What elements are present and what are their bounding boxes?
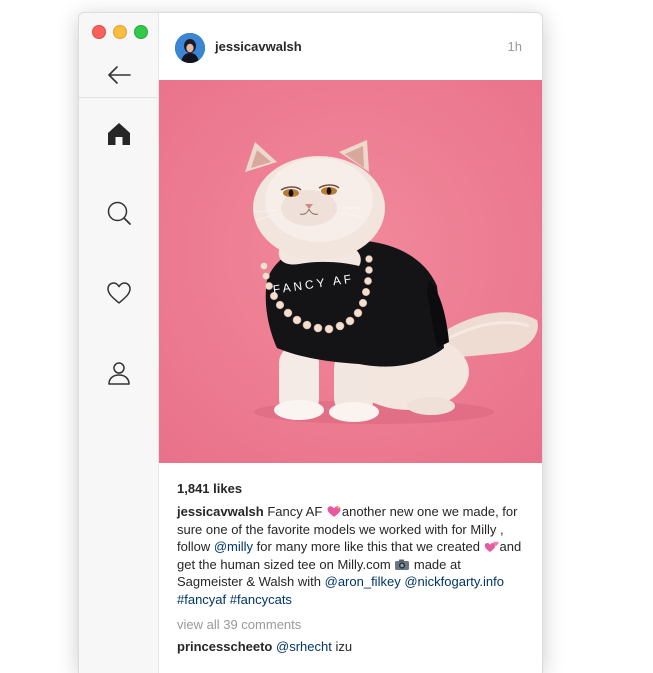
view-all-comments-link[interactable]: view all 39 comments — [177, 617, 524, 632]
zoom-window-button[interactable] — [134, 25, 148, 39]
comment-username[interactable]: princesscheeto — [177, 639, 272, 654]
window-controls — [92, 25, 148, 39]
caption-text-1: Fancy AF — [263, 504, 326, 519]
mention-aron-filkey-link[interactable]: @aron_filkey — [325, 574, 401, 589]
comment-item: princesscheeto @srhecht izu — [177, 639, 524, 654]
nav-activity-button[interactable] — [105, 279, 133, 307]
post-header: jessicavwalsh 1h — [159, 13, 542, 81]
two-hearts-emoji-icon — [484, 541, 499, 552]
back-button[interactable] — [105, 61, 133, 89]
avatar-image — [175, 33, 205, 63]
caption-text-3: for many more like this that we created — [253, 539, 484, 554]
mention-milly-link[interactable]: @milly — [214, 539, 253, 554]
likes-count[interactable]: 1,841 likes — [177, 481, 524, 497]
post-footer: 1,841 likes jessicavwalsh Fancy AF anoth… — [159, 463, 542, 654]
post-username[interactable]: jessicavwalsh — [215, 39, 302, 54]
hashtag-fancyaf-link[interactable]: #fancyaf — [177, 592, 226, 607]
camera-emoji-icon — [395, 559, 410, 570]
sparkling-heart-emoji-icon — [327, 505, 341, 517]
search-icon — [107, 201, 131, 225]
nav-search-button[interactable] — [105, 199, 133, 227]
home-icon — [108, 123, 130, 145]
post-time: 1h — [507, 39, 522, 54]
person-icon — [108, 362, 130, 385]
mention-nickfogarty-link[interactable]: @nickfogarty.info — [404, 574, 504, 589]
post-photo[interactable]: FANCY AF — [159, 80, 542, 463]
caption: jessicavwalsh Fancy AF another new one w… — [177, 503, 524, 608]
sidebar — [79, 13, 159, 673]
caption-username[interactable]: jessicavwalsh — [177, 504, 264, 519]
app-window: jessicavwalsh 1h FANCY AF 1,841 likes je… — [78, 12, 543, 673]
hashtag-fancycats-link[interactable]: #fancycats — [230, 592, 292, 607]
close-window-button[interactable] — [92, 25, 106, 39]
arrow-left-icon — [108, 66, 131, 84]
nav-profile-button[interactable] — [105, 359, 133, 387]
minimize-window-button[interactable] — [113, 25, 127, 39]
cat-photo: FANCY AF — [159, 80, 542, 463]
back-row — [79, 51, 158, 98]
avatar[interactable] — [175, 33, 205, 63]
comment-text: izu — [331, 639, 353, 654]
nav-home-button[interactable] — [105, 120, 133, 148]
heart-icon — [107, 282, 131, 304]
comment-mention-link[interactable]: @srhecht — [276, 639, 332, 654]
